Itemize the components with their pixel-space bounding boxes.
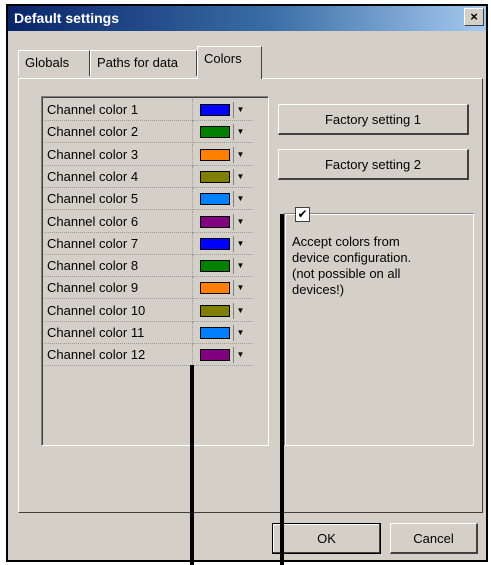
color-swatch xyxy=(200,148,230,161)
tab-colors-label: Colors xyxy=(204,51,242,66)
title-bar: Default settings × xyxy=(8,6,486,31)
channel-color-label: Channel color 4 xyxy=(44,165,193,188)
tab-globals[interactable]: Globals xyxy=(18,50,90,76)
color-swatch xyxy=(200,237,230,250)
color-picker-dropdown[interactable]: ▼ xyxy=(193,344,253,367)
channel-color-label: Channel color 5 xyxy=(44,188,193,211)
chevron-down-icon[interactable]: ▼ xyxy=(233,258,247,275)
color-picker-dropdown[interactable]: ▼ xyxy=(193,233,253,255)
channel-color-list: Channel color 1 ▼ Channel color 2 ▼ Channel … xyxy=(41,96,269,446)
chevron-down-icon[interactable]: ▼ xyxy=(233,191,247,208)
color-picker-dropdown[interactable]: ▼ xyxy=(193,277,253,300)
channel-color-label: Channel color 11 xyxy=(44,322,193,344)
channel-color-label: Channel color 10 xyxy=(44,299,193,322)
channel-color-label: Channel color 1 xyxy=(44,99,193,121)
chevron-down-icon[interactable]: ▼ xyxy=(233,325,247,341)
chevron-down-icon[interactable]: ▼ xyxy=(233,124,247,141)
color-picker-dropdown[interactable]: ▼ xyxy=(193,300,253,322)
accept-colors-checkbox[interactable]: ✔ xyxy=(295,207,310,222)
color-swatch xyxy=(200,304,230,317)
chevron-down-icon[interactable]: ▼ xyxy=(233,347,247,364)
dialog-window: Default settings × Globals Paths for dat… xyxy=(6,4,488,562)
chevron-down-icon[interactable]: ▼ xyxy=(233,302,247,319)
chevron-down-icon[interactable]: ▼ xyxy=(233,168,247,185)
close-icon[interactable]: × xyxy=(464,8,484,26)
color-swatch xyxy=(200,260,230,273)
channel-color-label: Channel color 12 xyxy=(44,344,193,367)
cancel-button[interactable]: Cancel xyxy=(390,523,478,554)
channel-color-label: Channel color 7 xyxy=(44,232,193,255)
color-picker-dropdown[interactable]: ▼ xyxy=(193,121,253,144)
chevron-down-icon[interactable]: ▼ xyxy=(233,280,247,297)
color-swatch xyxy=(200,215,230,228)
color-picker-dropdown[interactable]: ▼ xyxy=(193,99,253,121)
channel-color-label: Channel color 9 xyxy=(44,277,193,300)
color-swatch xyxy=(200,327,230,339)
annotation-line-left xyxy=(190,365,194,565)
factory-setting-1-button[interactable]: Factory setting 1 xyxy=(278,104,469,135)
window-title: Default settings xyxy=(14,10,120,26)
channel-color-label: Channel color 8 xyxy=(44,255,193,278)
chevron-down-icon[interactable]: ▼ xyxy=(233,102,247,118)
tab-globals-label: Globals xyxy=(25,55,70,70)
color-swatch xyxy=(200,170,230,183)
color-picker-dropdown[interactable]: ▼ xyxy=(193,188,253,211)
color-picker-dropdown[interactable]: ▼ xyxy=(193,144,253,166)
channel-color-row: Channel color 3 ▼ xyxy=(44,143,264,166)
channel-color-label: Channel color 3 xyxy=(44,143,193,166)
tab-paths-for-data-label: Paths for data xyxy=(97,55,178,70)
channel-color-label: Channel color 2 xyxy=(44,121,193,144)
channel-color-row: Channel color 1 ▼ xyxy=(44,99,264,121)
color-picker-dropdown[interactable]: ▼ xyxy=(193,322,253,344)
channel-color-row: Channel color 9 ▼ xyxy=(44,277,264,300)
channel-color-row: Channel color 11 ▼ xyxy=(44,322,264,344)
color-swatch xyxy=(200,193,230,206)
factory-setting-2-button[interactable]: Factory setting 2 xyxy=(278,149,469,180)
annotation-line-right xyxy=(280,214,284,565)
chevron-down-icon[interactable]: ▼ xyxy=(233,146,247,163)
chevron-down-icon[interactable]: ▼ xyxy=(233,235,247,252)
channel-color-row: Channel color 10 ▼ xyxy=(44,299,264,322)
tab-paths-for-data[interactable]: Paths for data xyxy=(90,50,197,76)
channel-color-row: Channel color 8 ▼ xyxy=(44,255,264,278)
channel-color-label: Channel color 6 xyxy=(44,210,193,233)
color-picker-dropdown[interactable]: ▼ xyxy=(193,211,253,233)
color-picker-dropdown[interactable]: ▼ xyxy=(193,255,253,278)
accept-colors-label: Accept colors from device configuration.… xyxy=(292,234,412,297)
color-swatch xyxy=(200,349,230,362)
channel-color-row: Channel color 5 ▼ xyxy=(44,188,264,211)
channel-color-row: Channel color 2 ▼ xyxy=(44,121,264,144)
ok-button[interactable]: OK xyxy=(272,523,381,554)
tab-colors[interactable]: Colors xyxy=(197,46,262,79)
color-swatch xyxy=(200,104,230,116)
channel-color-row: Channel color 6 ▼ xyxy=(44,210,264,233)
color-picker-dropdown[interactable]: ▼ xyxy=(193,166,253,188)
color-swatch xyxy=(200,282,230,295)
color-swatch xyxy=(200,126,230,139)
chevron-down-icon[interactable]: ▼ xyxy=(233,213,247,230)
channel-color-row: Channel color 7 ▼ xyxy=(44,232,264,255)
channel-color-row: Channel color 12 ▼ xyxy=(44,344,264,367)
channel-color-row: Channel color 4 ▼ xyxy=(44,165,264,188)
